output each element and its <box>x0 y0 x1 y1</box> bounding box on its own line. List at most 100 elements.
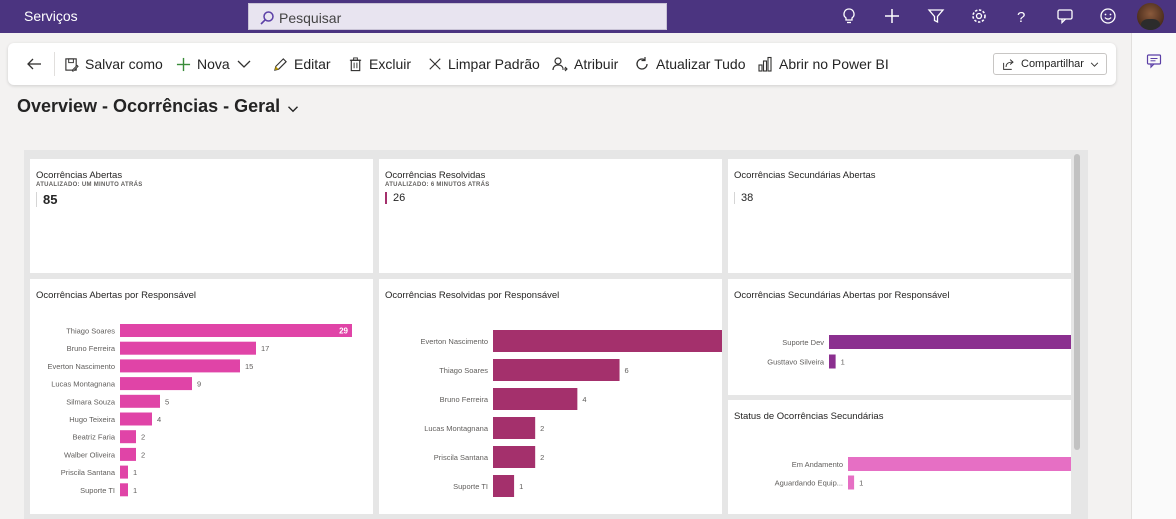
edit-button[interactable]: Editar <box>273 43 331 85</box>
chart-secondary-status: Em Andamento37Aguardando Equip...1 <box>775 457 1071 490</box>
delete-button[interactable]: Excluir <box>348 43 411 85</box>
gear-icon[interactable] <box>970 7 988 25</box>
search-placeholder: Pesquisar <box>279 10 342 26</box>
category-label: Walber Oliveira <box>64 450 116 459</box>
app-title[interactable]: Serviços <box>24 8 78 24</box>
clear-default-button[interactable]: Limpar Padrão <box>428 43 540 85</box>
bar <box>120 394 160 408</box>
back-button[interactable] <box>26 43 48 85</box>
data-label: 2 <box>540 453 544 462</box>
share-label: Compartilhar <box>1021 58 1084 70</box>
data-label: 4 <box>582 395 586 404</box>
category-label: Gusttavo Silveira <box>767 358 825 367</box>
new-dropdown-button[interactable] <box>236 43 258 85</box>
comments-icon[interactable] <box>1146 53 1162 69</box>
data-label: 29 <box>339 327 348 336</box>
data-label: 1 <box>133 486 137 495</box>
bar <box>120 447 136 461</box>
category-label: Beatriz Faria <box>72 433 115 442</box>
filter-icon[interactable] <box>927 7 945 25</box>
category-label: Lucas Montagnana <box>424 424 489 433</box>
refresh-all-button[interactable]: Atualizar Tudo <box>634 43 746 85</box>
chevron-down-icon <box>237 60 251 68</box>
chat-icon[interactable] <box>1056 7 1074 25</box>
chart-tile-secondary-by-owner[interactable]: Ocorrências Secundárias Abertas por Resp… <box>728 279 1071 395</box>
add-icon[interactable] <box>883 7 901 25</box>
search-input[interactable]: Pesquisar <box>248 3 667 30</box>
category-label: Aguardando Equip... <box>775 479 843 488</box>
new-button[interactable]: Nova <box>176 43 230 85</box>
title-chevron-down-icon[interactable] <box>287 103 299 115</box>
dashboard-scrollbar[interactable] <box>1074 154 1080 450</box>
data-label: 9 <box>197 380 201 389</box>
kpi-title: Ocorrências Abertas <box>36 170 123 181</box>
trash-icon <box>349 56 362 71</box>
chart-tile-secondary-status[interactable]: Status de Ocorrências Secundárias Em And… <box>728 400 1071 514</box>
category-label: Hugo Teixeira <box>69 415 116 424</box>
page-title: Overview - Ocorrências - Geral <box>17 96 281 116</box>
chart-tile-open-by-owner[interactable]: Ocorrências Abertas por Responsável Thia… <box>30 279 373 514</box>
bar <box>120 430 136 444</box>
chart-secondary-by-owner: Suporte Dev37Gusttavo Silveira1 <box>767 335 1071 369</box>
share-icon <box>1003 58 1014 70</box>
share-button[interactable]: Compartilhar <box>993 53 1107 75</box>
data-label: 2 <box>540 424 544 433</box>
chart-tile-resolved-by-owner[interactable]: Ocorrências Resolvidas por Responsável E… <box>379 279 722 514</box>
category-label: Thiago Soares <box>66 327 115 336</box>
back-arrow-icon <box>27 58 41 70</box>
kpi-tile-open[interactable]: Ocorrências Abertas ATUALIZADO: UM MINUT… <box>30 159 373 273</box>
data-label: 2 <box>141 433 145 442</box>
chevron-down-icon <box>1090 61 1099 67</box>
bar <box>120 483 128 497</box>
kpi-value: 26 <box>385 192 405 204</box>
open-power-bi-button[interactable]: Abrir no Power BI <box>757 43 889 85</box>
bar <box>848 475 855 490</box>
edit-label: Editar <box>294 56 331 72</box>
plus-icon <box>176 57 191 71</box>
kpi-tile-secondary[interactable]: Ocorrências Secundárias Abertas 38 <box>728 159 1071 273</box>
kpi-updated: ATUALIZADO: UM MINUTO ATRÁS <box>36 182 143 188</box>
bar <box>493 359 620 381</box>
help-icon[interactable]: ? <box>1012 7 1030 25</box>
save-as-icon <box>65 57 79 72</box>
separator <box>54 52 55 76</box>
bar <box>829 335 1071 349</box>
kpi-updated: ATUALIZADO: 6 MINUTOS ATRÁS <box>385 182 490 188</box>
data-label: 4 <box>157 415 161 424</box>
bar <box>493 417 536 439</box>
power-bi-icon <box>758 56 772 72</box>
category-label: Em Andamento <box>792 460 843 469</box>
kpi-title: Ocorrências Resolvidas <box>385 170 486 181</box>
bar <box>829 354 836 369</box>
open-power-bi-label: Abrir no Power BI <box>779 56 889 72</box>
search-icon <box>260 11 274 25</box>
assign-button[interactable]: Atribuir <box>552 43 618 85</box>
data-label: 1 <box>133 468 137 477</box>
refresh-all-label: Atualizar Tudo <box>656 56 746 72</box>
bar <box>493 330 722 352</box>
smiley-icon[interactable] <box>1099 7 1117 25</box>
data-label: 1 <box>519 482 523 491</box>
clear-default-label: Limpar Padrão <box>448 56 540 72</box>
refresh-icon <box>636 57 648 70</box>
data-label: 6 <box>625 366 629 375</box>
svg-text:?: ? <box>1017 9 1025 25</box>
save-as-label: Salvar como <box>85 56 163 72</box>
data-label: 1 <box>841 358 845 367</box>
category-label: Bruno Ferreira <box>440 395 489 404</box>
bar <box>120 341 256 355</box>
kpi-tile-resolved[interactable]: Ocorrências Resolvidas ATUALIZADO: 6 MIN… <box>379 159 722 273</box>
bar <box>493 475 515 497</box>
category-label: Suporte TI <box>80 486 115 495</box>
data-label: 17 <box>261 344 269 353</box>
dashboard: Ocorrências Abertas ATUALIZADO: UM MINUT… <box>24 150 1088 519</box>
bar <box>120 324 352 337</box>
command-bar: Salvar como Nova Editar Excluir Limpar P… <box>8 43 1116 85</box>
data-label: 2 <box>141 450 145 459</box>
user-avatar[interactable] <box>1137 3 1164 30</box>
category-label: Priscila Santana <box>434 453 489 462</box>
lightbulb-icon[interactable] <box>840 7 858 25</box>
data-label: 15 <box>245 362 253 371</box>
save-as-button[interactable]: Salvar como <box>64 43 163 85</box>
bar <box>120 412 152 426</box>
